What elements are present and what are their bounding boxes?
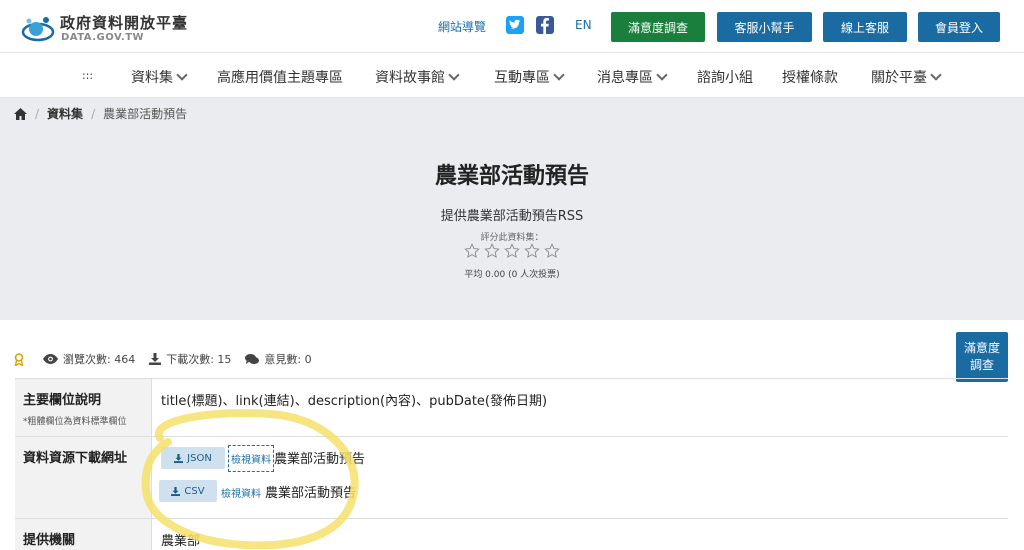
- sitemap-link[interactable]: 網站導覽: [438, 18, 486, 35]
- download-json-button[interactable]: JSON: [161, 447, 225, 469]
- language-switch[interactable]: EN: [575, 18, 592, 32]
- nav-item-high-value[interactable]: 高應用價值主題專區: [217, 67, 343, 87]
- nav-item-interactive[interactable]: 互動專區: [494, 67, 565, 87]
- view-data-link-csv[interactable]: 檢視資料: [221, 485, 261, 500]
- twitter-icon[interactable]: [506, 16, 524, 34]
- nav-item-about[interactable]: 關於平臺: [871, 67, 942, 87]
- nav-label: 消息專區: [597, 70, 653, 86]
- nav-label: 關於平臺: [871, 70, 927, 86]
- resource-name: 農業部活動預告: [265, 486, 357, 501]
- agency-label: 提供機關: [23, 533, 76, 548]
- format-label: CSV: [184, 485, 205, 497]
- award-badge: [14, 352, 29, 366]
- format-label: JSON: [187, 452, 212, 464]
- rating-label: 評分此資料集：: [480, 233, 544, 243]
- row-header: 提供機關: [15, 519, 152, 550]
- table-row: 主要欄位說明 *粗體欄位為資料標準欄位 title(標題)、link(連結)、d…: [15, 378, 1008, 436]
- downloads-text: 下載次數: 15: [166, 353, 232, 366]
- breadcrumb-separator: /: [35, 106, 40, 121]
- download-label: 資料資源下載網址: [23, 451, 128, 466]
- nav-item-license[interactable]: 授權條款: [782, 67, 838, 87]
- views-text: 瀏覽次數: 464: [63, 353, 136, 366]
- agency-link[interactable]: 農業部: [161, 530, 200, 549]
- resource-name: 農業部活動預告: [274, 452, 366, 467]
- nav-item-stories[interactable]: 資料故事館: [375, 67, 460, 87]
- chevron-down-icon: [448, 69, 460, 81]
- site-title[interactable]: 政府資料開放平臺: [60, 12, 188, 33]
- chevron-down-icon: [656, 69, 668, 81]
- star-icon[interactable]: [464, 243, 480, 259]
- star-icon[interactable]: [544, 243, 560, 259]
- chevron-down-icon: [553, 69, 565, 81]
- award-icon: [14, 352, 24, 366]
- helper-button[interactable]: 客服小幫手: [717, 12, 812, 42]
- table-row: 資料資源下載網址 JSON 檢視資料 農業部活動預告 CSV 檢視資料 農業部活…: [15, 436, 1008, 518]
- fields-label: 主要欄位說明: [23, 393, 102, 408]
- dataset-hero: / 資料集 / 農業部活動預告 農業部活動預告 提供農業部活動預告RSS 評分此…: [0, 98, 1024, 320]
- nav-label: 資料集: [131, 70, 173, 86]
- breadcrumb-datasets[interactable]: 資料集: [47, 105, 83, 122]
- nav-label: 互動專區: [494, 70, 550, 86]
- view-data-link-json[interactable]: 檢視資料: [228, 445, 274, 472]
- main-nav: ::: 資料集 高應用價值主題專區 資料故事館 互動專區 消息專區 諮詢小組 授…: [0, 52, 1024, 98]
- downloads-count: 下載次數: 15: [149, 351, 231, 367]
- download-csv-button[interactable]: CSV: [159, 480, 217, 502]
- table-row: 提供機關 農業部: [15, 518, 1008, 550]
- dataset-description: 提供農業部活動預告RSS: [440, 209, 584, 224]
- star-icon[interactable]: [484, 243, 500, 259]
- login-button[interactable]: 會員登入: [918, 12, 1000, 42]
- top-header: 政府資料開放平臺 DATA.GOV.TW 網站導覽 EN 滿意度調查 客服小幫手…: [0, 0, 1024, 52]
- download-icon: [174, 453, 184, 463]
- site-logo-icon[interactable]: [20, 12, 56, 46]
- survey-button[interactable]: 滿意度調查: [611, 12, 705, 42]
- star-icon[interactable]: [524, 243, 540, 259]
- page-title: 農業部活動預告: [434, 164, 589, 189]
- rating-stars: [464, 243, 560, 259]
- nav-label: 資料故事館: [375, 70, 445, 86]
- accesskey-anchor[interactable]: :::: [82, 69, 93, 82]
- row-header: 資料資源下載網址: [15, 437, 152, 518]
- nav-item-datasets[interactable]: 資料集: [131, 67, 188, 87]
- download-icon: [171, 486, 181, 496]
- star-icon[interactable]: [504, 243, 520, 259]
- fields-note: *粗體欄位為資料標準欄位: [23, 417, 127, 427]
- online-service-button[interactable]: 線上客服: [823, 12, 907, 42]
- breadcrumb: / 資料集 / 農業部活動預告: [14, 105, 187, 122]
- site-subtitle: DATA.GOV.TW: [61, 32, 145, 43]
- download-icon: [149, 353, 162, 365]
- breadcrumb-separator: /: [91, 106, 96, 121]
- comments-count: 意見數: 0: [245, 351, 312, 367]
- views-count: 瀏覽次數: 464: [43, 351, 135, 367]
- dataset-stats: 瀏覽次數: 464 下載次數: 15 意見數: 0: [14, 351, 326, 367]
- breadcrumb-current: 農業部活動預告: [103, 107, 188, 121]
- chevron-down-icon: [176, 69, 188, 81]
- fields-value: title(標題)、link(連結)、description(內容)、pubDa…: [161, 394, 548, 409]
- eye-icon: [43, 354, 58, 364]
- chevron-down-icon: [930, 69, 942, 81]
- comments-text: 意見數: 0: [264, 353, 312, 366]
- nav-item-news[interactable]: 消息專區: [597, 67, 668, 87]
- row-header: 主要欄位說明 *粗體欄位為資料標準欄位: [15, 379, 152, 436]
- facebook-icon[interactable]: [536, 16, 554, 34]
- home-icon[interactable]: [14, 107, 27, 120]
- floating-survey-button[interactable]: 滿意度 調查: [956, 332, 1008, 382]
- rating-average: 平均 0.00 (0 人次投票): [464, 270, 560, 280]
- nav-item-advisory[interactable]: 諮詢小組: [697, 67, 753, 87]
- comments-icon: [245, 353, 260, 364]
